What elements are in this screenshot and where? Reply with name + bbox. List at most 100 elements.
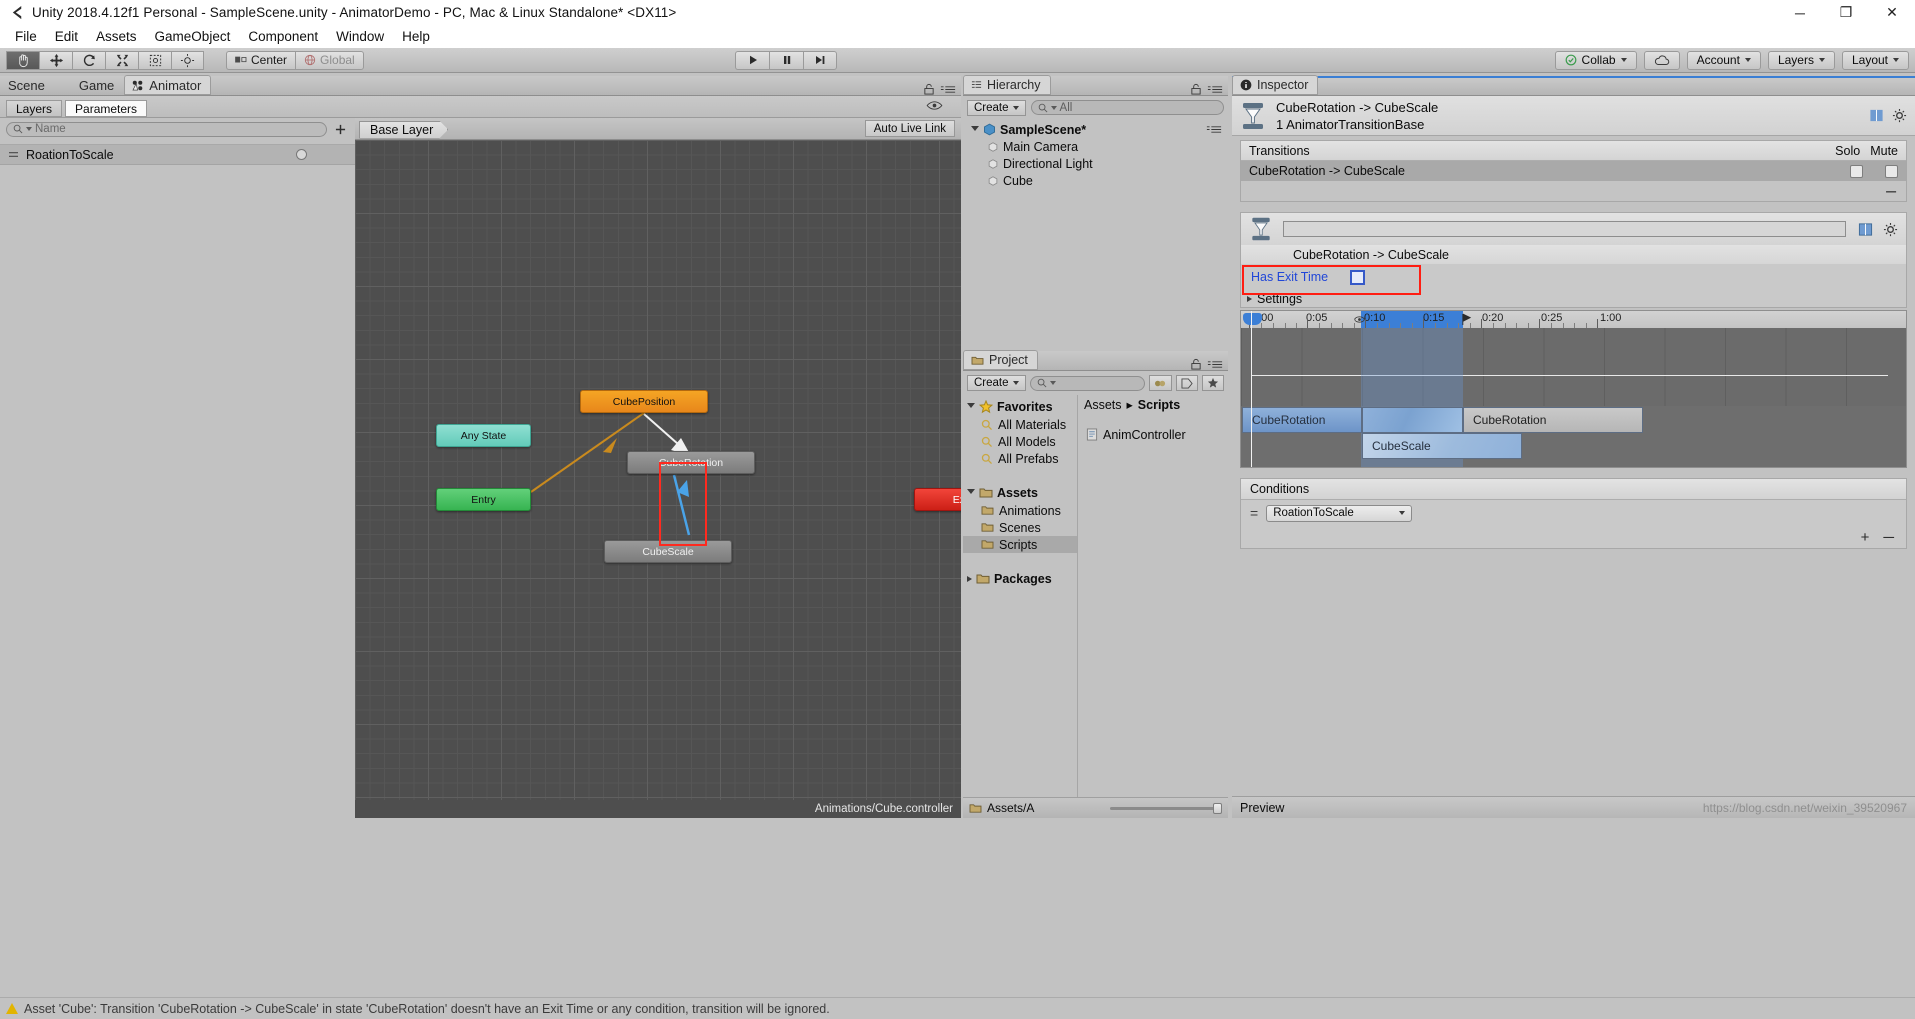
auto-live-link-button[interactable]: Auto Live Link bbox=[864, 120, 955, 137]
playhead-knob[interactable] bbox=[1243, 313, 1262, 325]
collab-button[interactable]: Collab bbox=[1554, 50, 1637, 70]
has-exit-time-checkbox[interactable] bbox=[1350, 269, 1366, 285]
maximize-button[interactable]: ❐ bbox=[1823, 0, 1869, 25]
timeline-clip-cube-rotation-fade[interactable] bbox=[1362, 407, 1463, 433]
menu-file[interactable]: File bbox=[6, 27, 46, 46]
condition-parameter-dropdown[interactable]: RoationToScale bbox=[1266, 504, 1413, 522]
pivot-mode-button[interactable]: Center bbox=[226, 50, 296, 70]
hierarchy-search-input[interactable]: All bbox=[1030, 100, 1224, 115]
breadcrumb-assets[interactable]: Assets bbox=[1084, 398, 1122, 412]
animator-graph[interactable]: Base Layer Auto Live Link Any State Entr… bbox=[355, 118, 961, 818]
chevron-down-icon[interactable] bbox=[967, 402, 975, 411]
scale-tool-button[interactable] bbox=[105, 50, 138, 70]
hand-tool-button[interactable] bbox=[6, 50, 39, 70]
hierarchy-item-cube[interactable]: Cube bbox=[963, 172, 1228, 189]
gear-icon[interactable] bbox=[1892, 108, 1907, 123]
assets-root-row[interactable]: Assets bbox=[963, 483, 1077, 502]
layer-breadcrumb[interactable]: Base Layer bbox=[359, 121, 448, 139]
panel-menu-icon[interactable] bbox=[1207, 359, 1223, 370]
favorites-filter-button[interactable] bbox=[1202, 375, 1224, 391]
state-node-any-state[interactable]: Any State bbox=[436, 424, 531, 447]
solo-checkbox[interactable] bbox=[1850, 164, 1863, 178]
space-mode-button[interactable]: Global bbox=[295, 50, 364, 70]
timeline-lanes[interactable] bbox=[1241, 328, 1906, 406]
settings-foldout[interactable]: Settings bbox=[1241, 290, 1906, 307]
menu-assets[interactable]: Assets bbox=[87, 27, 146, 46]
scene-menu-icon[interactable] bbox=[1206, 124, 1222, 135]
drag-handle-icon[interactable] bbox=[8, 150, 19, 159]
tab-project[interactable]: Project bbox=[963, 350, 1038, 370]
tab-animator[interactable]: Animator bbox=[124, 75, 212, 95]
parameter-search-input[interactable]: Name bbox=[6, 121, 327, 137]
tab-scene[interactable]: Scene bbox=[0, 75, 55, 95]
search-by-type-button[interactable] bbox=[1149, 375, 1172, 391]
subtab-layers[interactable]: Layers bbox=[6, 100, 63, 117]
rotate-tool-button[interactable] bbox=[72, 50, 105, 70]
remove-transition-button[interactable]: ─ bbox=[1886, 183, 1896, 199]
favorite-all-prefabs[interactable]: All Prefabs bbox=[963, 450, 1077, 467]
menu-edit[interactable]: Edit bbox=[46, 27, 87, 46]
transition-end-marker-icon[interactable] bbox=[1461, 313, 1472, 326]
timeline-clip-cube-rotation[interactable]: CubeRotation bbox=[1242, 407, 1362, 433]
exit-time-marker-icon[interactable] bbox=[1354, 313, 1365, 326]
menu-gameobject[interactable]: GameObject bbox=[146, 27, 240, 46]
close-button[interactable]: ✕ bbox=[1869, 0, 1915, 25]
subtab-parameters[interactable]: Parameters bbox=[65, 100, 148, 117]
project-folder-scenes[interactable]: Scenes bbox=[963, 519, 1077, 536]
timeline-playhead[interactable] bbox=[1251, 311, 1252, 467]
state-machine-canvas[interactable]: Any State Entry CubePosition CubeRotatio… bbox=[355, 140, 961, 818]
move-tool-button[interactable] bbox=[39, 50, 72, 70]
timeline-clip-cube-scale[interactable]: CubeScale bbox=[1362, 433, 1522, 459]
transition-timeline[interactable]: 0:00 0:05 0:10 0:15 0:20 0:25 1:00 CubeR… bbox=[1240, 310, 1907, 468]
hierarchy-scene-row[interactable]: SampleScene* bbox=[963, 121, 1228, 138]
add-condition-button[interactable]: + bbox=[1861, 529, 1870, 546]
slider-knob[interactable] bbox=[1213, 802, 1222, 814]
project-folder-animations[interactable]: Animations bbox=[963, 502, 1077, 519]
gear-icon[interactable] bbox=[1883, 222, 1898, 237]
menu-window[interactable]: Window bbox=[327, 27, 393, 46]
favorites-header[interactable]: Favorites bbox=[963, 397, 1077, 416]
chevron-right-icon[interactable] bbox=[1247, 295, 1252, 302]
add-parameter-button[interactable] bbox=[331, 121, 349, 137]
parameter-row[interactable]: RoationToScale bbox=[0, 145, 355, 165]
state-node-exit[interactable]: Exit bbox=[914, 488, 961, 511]
menu-help[interactable]: Help bbox=[393, 27, 439, 46]
transform-tool-button[interactable] bbox=[171, 50, 204, 70]
favorite-all-materials[interactable]: All Materials bbox=[963, 416, 1077, 433]
condition-drag-handle[interactable]: = bbox=[1250, 505, 1258, 521]
breadcrumb-scripts[interactable]: Scripts bbox=[1138, 398, 1180, 412]
panel-menu-icon[interactable] bbox=[1207, 84, 1223, 95]
timeline-ruler[interactable]: 0:00 0:05 0:10 0:15 0:20 0:25 1:00 bbox=[1241, 311, 1906, 328]
menu-component[interactable]: Component bbox=[239, 27, 327, 46]
timeline-clip-cube-rotation-tail[interactable]: CubeRotation bbox=[1463, 407, 1643, 433]
tab-inspector[interactable]: Inspector bbox=[1232, 75, 1319, 95]
state-node-entry[interactable]: Entry bbox=[436, 488, 531, 511]
chevron-down-icon[interactable] bbox=[971, 125, 979, 134]
status-bar[interactable]: Asset 'Cube': Transition 'CubeRotation -… bbox=[0, 997, 1915, 1019]
trigger-toggle[interactable] bbox=[296, 149, 307, 160]
cloud-button[interactable] bbox=[1643, 50, 1680, 70]
state-node-cube-position[interactable]: CubePosition bbox=[580, 390, 708, 413]
tab-hierarchy[interactable]: Hierarchy bbox=[963, 75, 1051, 95]
favorite-all-models[interactable]: All Models bbox=[963, 433, 1077, 450]
chevron-right-icon[interactable] bbox=[967, 575, 972, 582]
pause-button[interactable] bbox=[769, 50, 803, 70]
remove-condition-button[interactable]: ─ bbox=[1883, 529, 1894, 546]
lock-icon[interactable] bbox=[1190, 83, 1202, 95]
transition-name-input[interactable] bbox=[1283, 221, 1846, 237]
packages-root-row[interactable]: Packages bbox=[963, 569, 1077, 588]
account-button[interactable]: Account bbox=[1686, 50, 1761, 70]
eye-icon[interactable] bbox=[926, 100, 943, 114]
minimize-button[interactable]: ─ bbox=[1777, 0, 1823, 25]
tab-game[interactable]: Game bbox=[55, 75, 124, 95]
chevron-down-icon[interactable] bbox=[967, 488, 975, 497]
rect-tool-button[interactable] bbox=[138, 50, 171, 70]
project-folder-scripts[interactable]: Scripts bbox=[963, 536, 1077, 553]
search-by-label-button[interactable] bbox=[1176, 375, 1198, 391]
hierarchy-create-button[interactable]: Create bbox=[967, 99, 1026, 116]
project-search-input[interactable] bbox=[1029, 375, 1145, 391]
lock-icon[interactable] bbox=[923, 83, 935, 95]
mute-checkbox[interactable] bbox=[1885, 164, 1898, 178]
transition-row[interactable]: CubeRotation -> CubeScale bbox=[1241, 161, 1906, 181]
project-file-row[interactable]: AnimController bbox=[1078, 426, 1228, 443]
